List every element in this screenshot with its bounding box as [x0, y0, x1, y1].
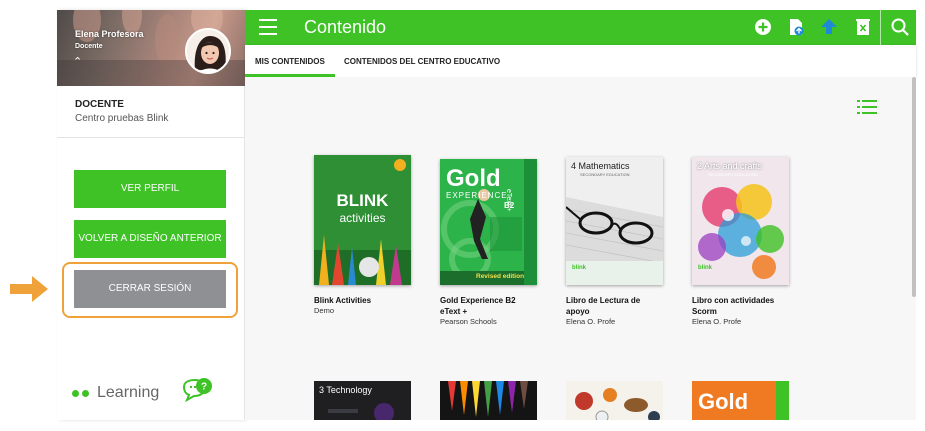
profile-banner: Elena Profesora Docente ⌃: [57, 10, 245, 86]
upload-arrow-icon[interactable]: [819, 17, 839, 37]
book-title-line2: eText +: [440, 307, 468, 316]
svg-text:?: ?: [201, 382, 207, 393]
book-card-blink-activities[interactable]: BLINK activities Blink Activities Demo: [314, 155, 411, 316]
cover-subtitle: SECONDARY EDUCATION: [708, 172, 758, 177]
user-name: Elena Profesora: [75, 29, 144, 39]
top-bar: Contenido: [245, 10, 916, 45]
book-title-line1: Gold Experience B2: [440, 296, 516, 305]
pointer-arrow-icon: [10, 276, 48, 302]
book-cover-technology[interactable]: 3 Technology: [314, 381, 411, 420]
book-title[interactable]: Libro de Lectura de apoyo: [566, 295, 663, 317]
chevron-up-icon[interactable]: ⌃: [73, 57, 82, 68]
brand-dots-icon: [72, 389, 89, 397]
page-title: Contenido: [304, 17, 387, 37]
cover-title-line2: EXPERIENCE: [446, 191, 508, 200]
cover-title: 4 Mathematics: [571, 161, 630, 171]
delete-icon[interactable]: [853, 17, 873, 37]
book-cover[interactable]: 4 Mathematics SECONDARY EDUCATION blink: [566, 157, 663, 285]
book-title-line2: apoyo: [566, 307, 590, 316]
help-chat-icon[interactable]: ?: [181, 377, 215, 403]
avatar[interactable]: [185, 28, 231, 74]
role-block: DOCENTE Centro pruebas Blink: [57, 86, 245, 138]
book-title[interactable]: Libro con actividades Scorm: [692, 295, 789, 317]
book-card-mathematics[interactable]: 4 Mathematics SECONDARY EDUCATION blink …: [566, 157, 663, 327]
role-heading: DOCENTE: [75, 99, 124, 110]
book-cover[interactable]: 2 Arts and crafts SECONDARY EDUCATION bl…: [692, 157, 789, 285]
brand-text: Learning: [97, 384, 160, 401]
center-name: Centro pruebas Blink: [75, 113, 169, 124]
search-divider: [880, 10, 881, 45]
book-card-arts-and-crafts[interactable]: 2 Arts and crafts SECONDARY EDUCATION bl…: [692, 157, 789, 327]
list-view-icon[interactable]: [857, 99, 877, 115]
book-cover-pencils[interactable]: [440, 381, 537, 420]
hamburger-menu-icon[interactable]: [259, 19, 277, 35]
logout-button[interactable]: CERRAR SESIÓN: [74, 270, 226, 308]
add-icon[interactable]: [753, 17, 773, 37]
book-author: Pearson Schools: [440, 317, 497, 326]
cover-side-strip: [776, 381, 789, 420]
cover-subtitle: SECONDARY EDUCATION: [580, 172, 630, 177]
app-root: Elena Profesora Docente ⌃ DOCENTE Centro…: [0, 0, 925, 431]
book-title[interactable]: Blink Activities: [314, 295, 411, 306]
book-title-line1: Libro con actividades: [692, 296, 775, 305]
book-cover[interactable]: BLINK activities: [314, 155, 411, 285]
book-cover[interactable]: Gold EXPERIENCE B2 Revised edition eText…: [440, 159, 537, 285]
content-scrollbar[interactable]: [912, 77, 916, 297]
book-author: Demo: [314, 306, 335, 315]
cover-title-line2: activities: [339, 211, 386, 225]
cover-title: 2 Arts and crafts: [697, 161, 763, 171]
upload-file-icon[interactable]: [786, 17, 806, 37]
book-card-gold-experience[interactable]: Gold EXPERIENCE B2 Revised edition eText…: [440, 159, 537, 327]
sports-cover-art: [566, 381, 663, 420]
user-role: Docente: [75, 43, 103, 50]
sidebar: Elena Profesora Docente ⌃ DOCENTE Centro…: [57, 10, 245, 420]
cover-title: Gold: [698, 389, 749, 414]
cover-brand: blink: [698, 265, 713, 271]
view-profile-button[interactable]: VER PERFIL: [74, 170, 226, 208]
technology-cover-art: [328, 403, 394, 420]
book-author: Elena O. Profe: [692, 317, 742, 326]
book-title[interactable]: Gold Experience B2 eText +: [440, 295, 537, 317]
cover-badge: Revised edition: [476, 273, 525, 280]
tab-center-contents[interactable]: CONTENIDOS DEL CENTRO EDUCATIVO: [344, 45, 500, 77]
content-tabs: MIS CONTENIDOS CONTENIDOS DEL CENTRO EDU…: [245, 45, 916, 77]
tab-my-contents[interactable]: MIS CONTENIDOS: [245, 45, 335, 77]
book-author: Elena O. Profe: [566, 317, 616, 326]
search-icon[interactable]: [890, 17, 910, 37]
book-title-line1: Libro de Lectura de: [566, 296, 641, 305]
cover-title-line1: BLINK: [336, 191, 389, 210]
cover-brand: blink: [572, 265, 587, 271]
brand-logo: Learning: [72, 382, 159, 404]
content-area: BLINK activities Blink Activities Demo G…: [245, 77, 916, 420]
book-cover-gold[interactable]: Gold: [692, 381, 789, 420]
cover-title-line1: Gold: [446, 165, 501, 192]
book-title-line2: Scorm: [692, 307, 717, 316]
book-cover-sports[interactable]: [566, 381, 663, 420]
cover-side-text: eText +: [505, 189, 512, 212]
back-to-old-design-button[interactable]: VOLVER A DISEÑO ANTERIOR: [74, 220, 226, 258]
pencils-cover-art: [440, 381, 537, 420]
